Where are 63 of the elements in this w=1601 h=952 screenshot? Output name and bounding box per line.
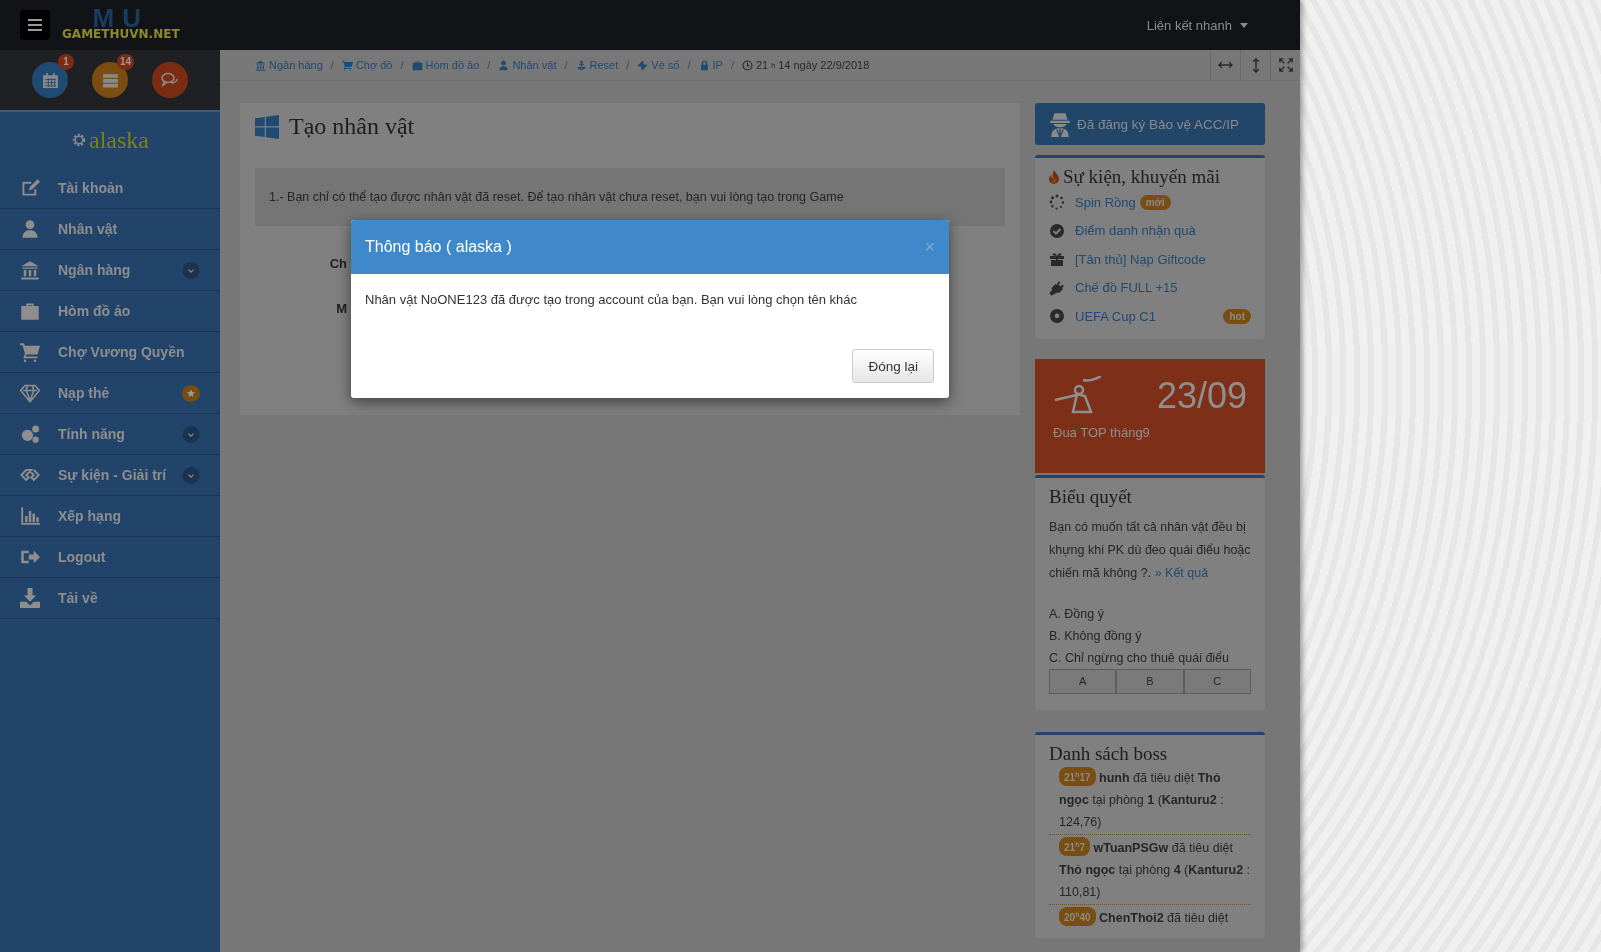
panel-title: Danh sách boss [1049,742,1169,765]
form-label: M [336,301,347,316]
notification-count: 14 [116,54,134,70]
boss-kill-entry: 21$^{h}$7 wTuanPSGw đã tiêu diệt Thỏ ngọc tại phòng 4 (Kanturu2 : 110,81) [1049,836,1251,905]
breadcrumb-link[interactable]: Ngân hàng [255,59,323,71]
page-title: Tạo nhân vật [289,113,415,140]
sidebar-item[interactable]: Nhân vật [0,209,220,250]
race-date: 23/09 [1156,374,1247,417]
sidebar-item[interactable]: Xếp hạng [0,496,220,537]
poll-question: Bạn có muốn tất cả nhân vật đều bị khựng khi PK dù đeo quái điểu hoặc chiến mã không ?. » Kết quả [1049,518,1251,582]
logo-letters: MU [92,9,149,27]
sidebar-item[interactable]: Sự kiện - Giải trí [0,455,220,496]
event-link[interactable]: Điểm danh nhận quà [1075,223,1196,239]
breadcrumb-link[interactable]: Hòm đồ ảo [411,59,480,71]
event-link[interactable]: Spin Rồng [1075,194,1136,210]
sidebar-item[interactable]: Tài khoản [0,168,220,209]
sidebar-item[interactable]: Chợ Vương Quyền [0,332,220,373]
close-button[interactable]: × [924,236,935,258]
breadcrumb-link[interactable]: Nhân vật [498,59,557,71]
sidebar-item[interactable]: Hòm đồ ảo [0,291,220,332]
breadcrumb-link[interactable]: Chợ đồ [341,59,393,71]
poll-option: C. Chỉ ngừng cho thuê quái điểu [1049,646,1251,669]
breadcrumb-separator: / [564,59,568,71]
breadcrumb-link[interactable]: Vé số [637,59,680,71]
breadcrumb-separator: / [330,59,334,71]
result-link[interactable]: » Kết quả [1154,565,1209,580]
dialog-title: Thông báo ( alaska ) [365,238,513,256]
event-link[interactable]: [Tân thủ] Nạp Giftcode [1075,251,1206,267]
breadcrumb-link[interactable]: IP [698,59,723,71]
event-tag: mới [1139,194,1171,210]
site-logo[interactable]: GAMETHUVN.NET [62,27,180,41]
vote-button[interactable]: B [1116,668,1184,694]
close-dialog-button[interactable]: Đóng lại [852,349,934,383]
breadcrumb-separator: / [730,59,734,71]
notification-count: 1 [58,54,74,70]
breadcrumb-link[interactable]: Reset [575,59,619,71]
vote-button[interactable]: C [1183,668,1251,694]
panel-title: Biểu quyết [1049,485,1133,508]
sidebar-item[interactable]: Ngân hàng [0,250,220,291]
breadcrumb-separator: / [487,59,491,71]
sidebar-item[interactable]: Tính năng [0,414,220,455]
sidebar-item[interactable]: Nạp thẻ [0,373,220,414]
boss-kill-entry: 21$^{h}$17 hunh đã tiêu diệt Thỏ ngọc tại phòng 1 (Kanturu2 : 124,76) [1049,766,1251,835]
panel-title: Sự kiện, khuyến mãi [1063,166,1220,188]
event-tag: hot [1223,308,1251,324]
race-label: Đua TOP tháng9 [1053,424,1151,440]
vote-button[interactable]: A [1049,668,1117,694]
event-link[interactable]: Chế đồ FULL +15 [1075,280,1178,296]
breadcrumb-separator: / [626,59,630,71]
breadcrumb-separator: / [687,59,691,71]
form-label: Ch [329,256,347,271]
poll-option: B. Không đồng ý [1049,624,1251,647]
sidebar-item[interactable]: Logout [0,537,220,578]
sidebar-item[interactable]: Tải về [0,578,220,619]
boss-kill-entry: 20$^{h}$40 ChenThoi2 đã tiêu diệt [1049,906,1251,930]
dialog-message: Nhân vật NoONE123 đã được tạo trong account của bạn. Bạn vui lòng chọn tên khác [365,292,859,307]
poll-option: A. Đồng ý [1049,602,1251,625]
breadcrumb-separator: / [400,59,404,71]
event-link[interactable]: UEFA Cup C1 [1075,308,1156,324]
info-text: 1.- Bạn chỉ có thể tạo được nhân vật đã reset. Để tạo nhân vật chưa reset, bạn vui lòng tạo trong Game [269,190,844,204]
quick-links-dropdown[interactable]: Liên kết nhanh [1140,16,1254,34]
account-protection-button[interactable]: Đã đăng ký Bảo vệ ACC/IP [1035,103,1265,145]
username: alaska [89,126,149,154]
